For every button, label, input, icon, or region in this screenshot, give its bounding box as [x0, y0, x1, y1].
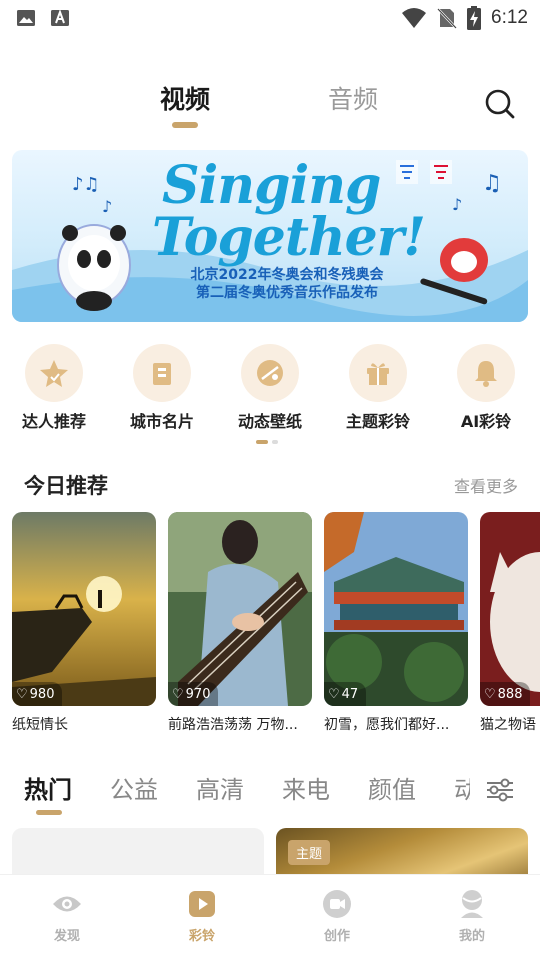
heart-icon: ♡ — [172, 686, 184, 702]
nav-ringtone[interactable]: 彩铃 — [162, 889, 242, 944]
building-icon — [153, 363, 171, 385]
battery-charging-icon — [467, 6, 482, 30]
text-a-icon — [51, 9, 69, 26]
svg-text:♪: ♪ — [102, 197, 112, 216]
tab-indicator — [172, 122, 198, 128]
card-title: 前路浩浩荡荡 万物... — [168, 717, 298, 733]
category-ai-ringtone[interactable]: AI彩铃 — [436, 344, 536, 432]
category-pager — [256, 440, 278, 444]
user-icon — [461, 890, 483, 918]
category-grid: 达人推荐 城市名片 动态壁纸 主题彩铃 AI彩铃 — [0, 344, 540, 434]
bottom-navigation: 发现 彩铃 创作 我的 — [0, 874, 540, 960]
svg-text:♫: ♫ — [482, 171, 502, 196]
banner-subtitle: 北京2022年冬奥会和冬残奥会 第二届冬奥优秀音乐作品发布 — [190, 267, 384, 301]
like-count: ♡ 970 — [168, 682, 219, 706]
category-theme-ringtone[interactable]: 主题彩铃 — [328, 344, 428, 432]
card-title: 纸短情长 — [12, 717, 68, 733]
pager-dot-active — [256, 440, 268, 444]
wallpaper-icon — [257, 360, 283, 386]
heart-icon: ♡ — [16, 686, 28, 702]
like-count: ♡ 980 — [12, 682, 63, 706]
card-title: 初雪，愿我们都好... — [324, 717, 450, 733]
tab-incoming-call[interactable]: 来电 — [282, 770, 330, 805]
tab-audio[interactable]: 音频 — [328, 80, 378, 116]
like-count: ♡ 888 — [480, 682, 531, 706]
play-icon — [189, 891, 215, 917]
top-tab-bar: 视频 音频 — [0, 80, 540, 140]
no-sim-icon — [437, 8, 457, 29]
recommend-card[interactable]: ♡ 47 初雪，愿我们都好... — [324, 512, 468, 734]
heart-icon: ♡ — [484, 686, 496, 702]
search-button[interactable] — [484, 88, 516, 120]
see-more-link[interactable]: 查看更多 — [454, 473, 518, 497]
category-city[interactable]: 城市名片 — [112, 344, 212, 432]
section-title: 今日推荐 — [24, 474, 108, 498]
category-wallpaper[interactable]: 动态壁纸 — [220, 344, 320, 432]
svg-text:♪♫: ♪♫ — [72, 174, 100, 195]
category-expert[interactable]: 达人推荐 — [4, 344, 104, 432]
tab-hd[interactable]: 高清 — [196, 770, 244, 805]
pager-dot — [272, 440, 278, 444]
tab-video[interactable]: 视频 — [160, 80, 210, 116]
card-title: 猫之物语 — [480, 717, 536, 733]
filter-button[interactable] — [470, 772, 530, 808]
star-icon — [40, 360, 68, 387]
nav-discover[interactable]: 发现 — [27, 889, 107, 944]
recommend-card[interactable]: ♡ 980 纸短情长 — [12, 512, 156, 734]
genre-tab-bar: 热门 公益 高清 来电 颜值 动 — [0, 770, 540, 820]
card-thumbnail: ♡ 888 — [480, 512, 540, 706]
genre-tab-indicator — [36, 810, 62, 815]
promo-banner[interactable]: ♪♫ ♪ ♫ ♪ Singing Together! 北京2022年冬奥会和冬残… — [12, 150, 528, 322]
tab-hot[interactable]: 热门 — [24, 770, 72, 805]
nav-create[interactable]: 创作 — [297, 889, 377, 944]
clock: 6:12 — [491, 7, 528, 28]
card-thumbnail: ♡ 47 — [324, 512, 468, 706]
nav-mine[interactable]: 我的 — [432, 889, 512, 944]
theme-badge: 主题 — [288, 840, 331, 865]
recommend-card[interactable]: ♡ 888 猫之物语 — [480, 512, 540, 734]
image-icon — [17, 10, 35, 26]
eye-icon — [53, 896, 81, 912]
tab-charity[interactable]: 公益 — [110, 770, 158, 805]
heart-icon: ♡ — [328, 686, 340, 702]
sliders-icon — [487, 778, 513, 802]
tab-looks[interactable]: 颜值 — [368, 770, 416, 805]
gift-icon — [367, 363, 389, 385]
video-camera-icon — [323, 890, 351, 918]
card-thumbnail: ♡ 970 — [168, 512, 312, 706]
wifi-icon — [402, 8, 427, 28]
svg-text:♪: ♪ — [452, 195, 462, 214]
recommend-carousel: ♡ 980 纸短情长 ♡ 970 前路浩浩荡荡 万物... ♡ 47 初雪，愿我… — [12, 512, 540, 742]
recommend-card[interactable]: ♡ 970 前路浩浩荡荡 万物... — [168, 512, 312, 734]
bell-icon — [475, 361, 497, 387]
status-bar: 6:12 — [0, 0, 540, 36]
banner-title: Singing Together! — [152, 155, 426, 268]
search-icon — [485, 89, 515, 119]
card-thumbnail: ♡ 980 — [12, 512, 156, 706]
like-count: ♡ 47 — [324, 682, 367, 706]
